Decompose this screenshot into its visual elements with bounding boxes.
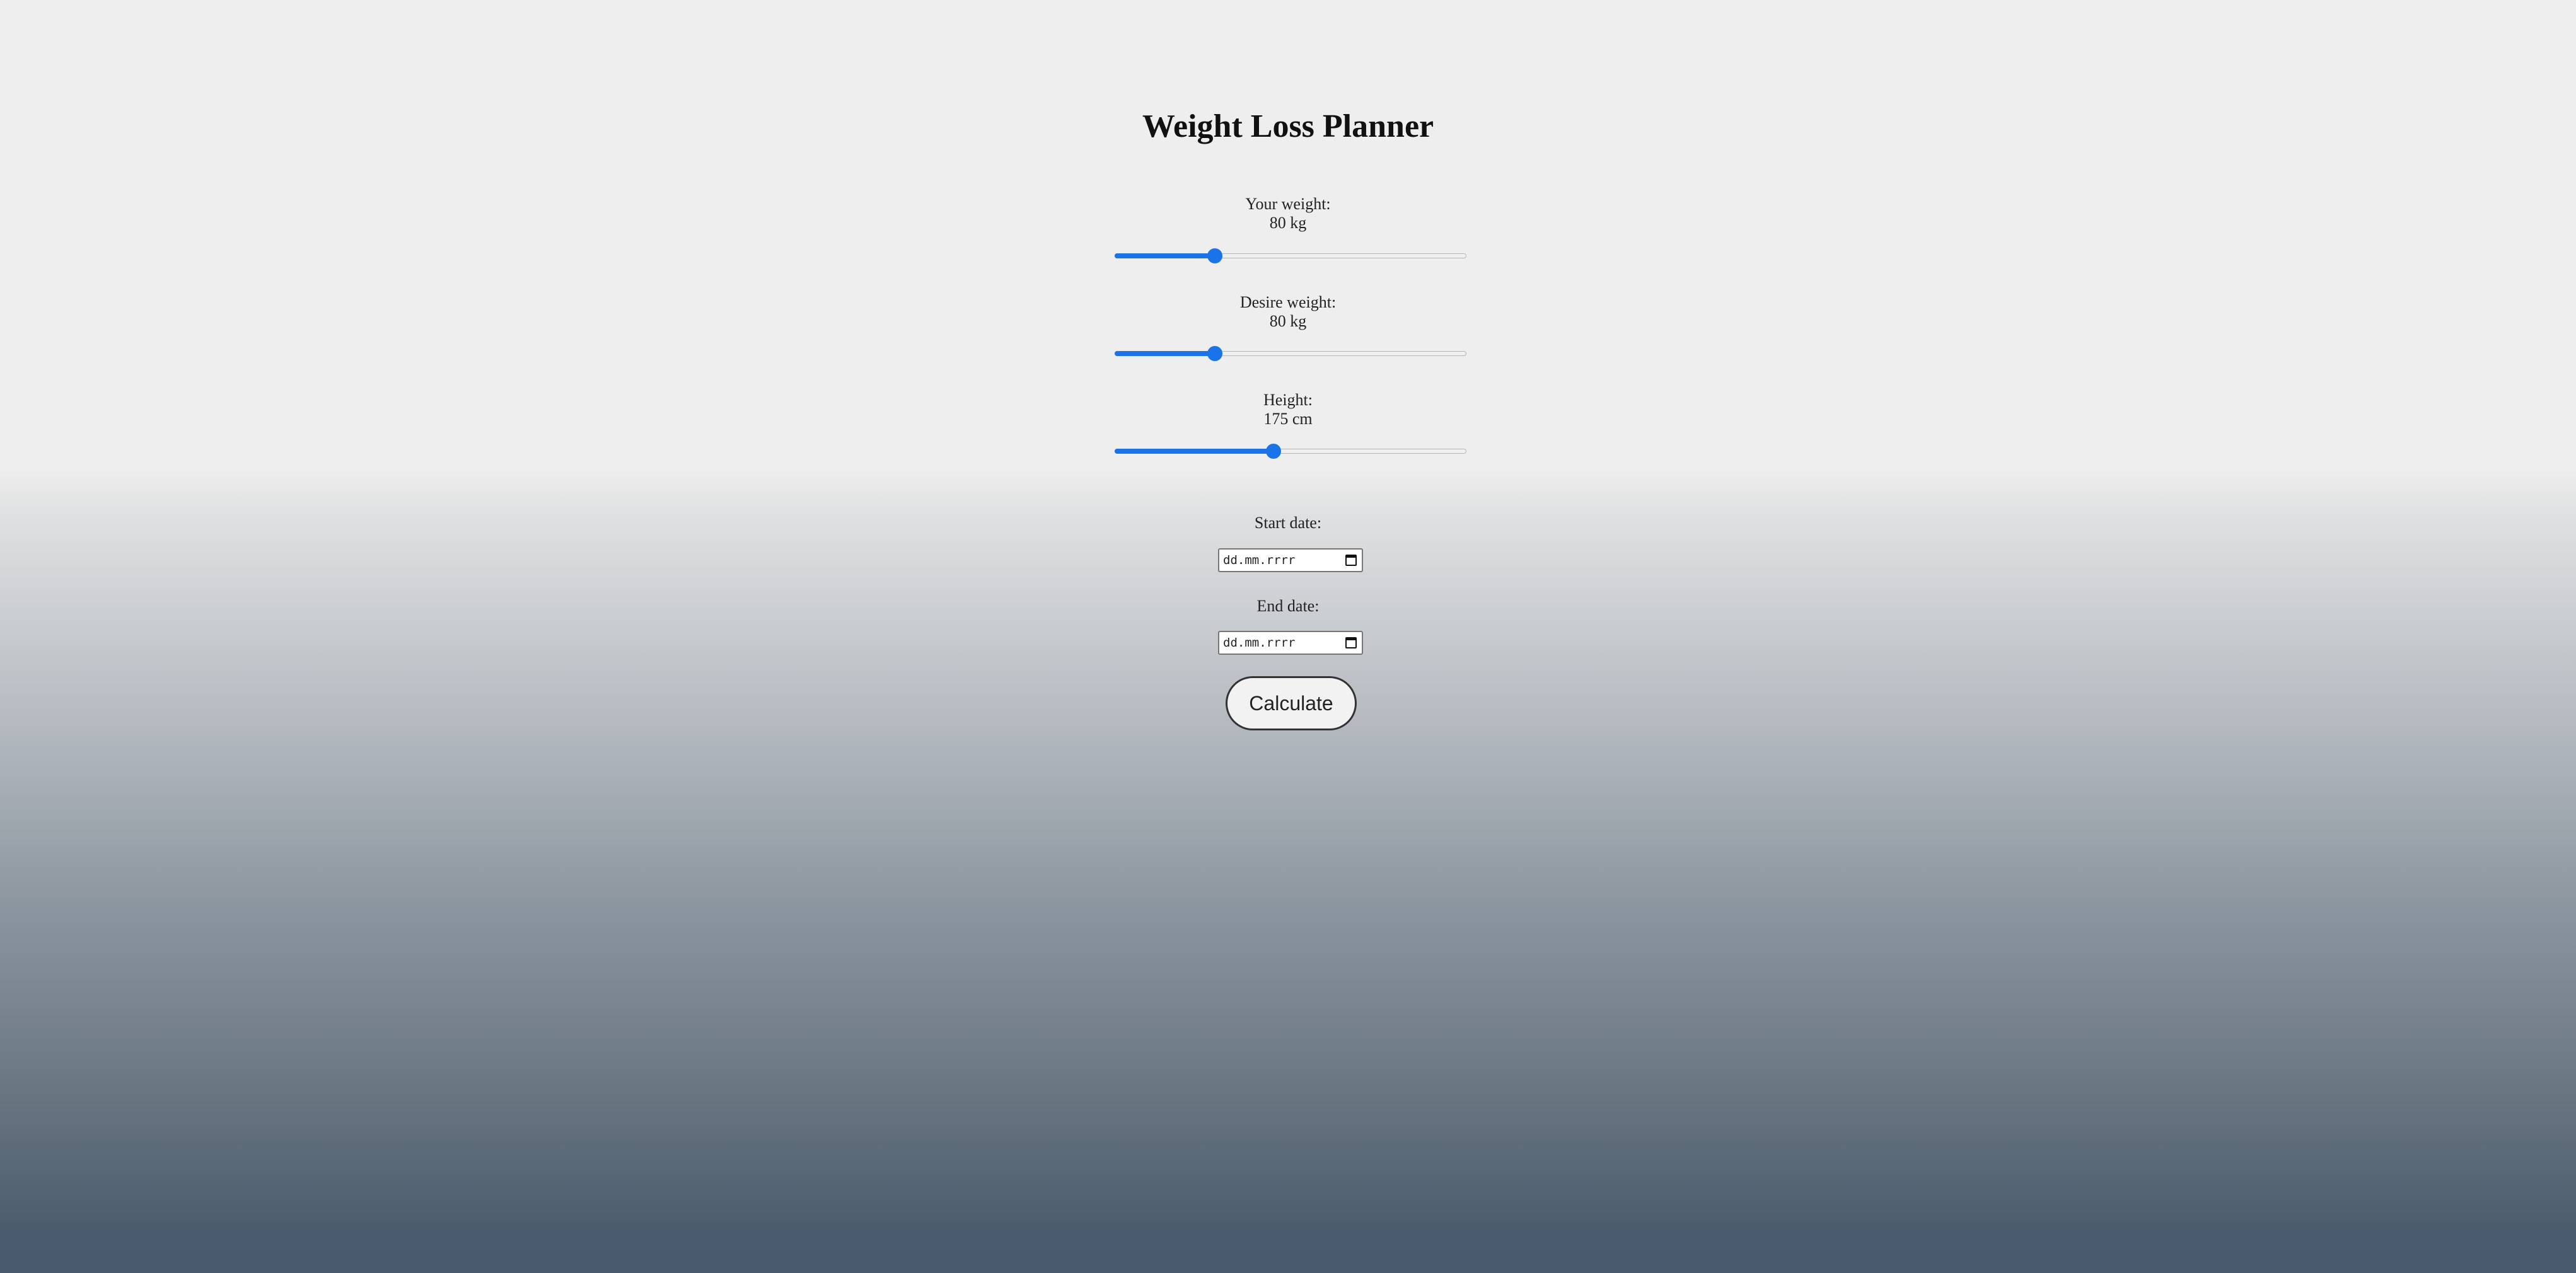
your-weight-value: 80 kg (1269, 214, 1307, 232)
desire-weight-value: 80 kg (1269, 312, 1307, 330)
end-date-placeholder: dd.mm.rrrr (1223, 636, 1296, 650)
your-weight-slider[interactable] (1115, 246, 1466, 265)
calendar-icon[interactable] (1345, 637, 1357, 648)
slider-fill (1115, 449, 1273, 454)
calculate-button[interactable]: Calculate (1226, 676, 1357, 730)
start-date-input[interactable]: dd.mm.rrrr (1218, 548, 1363, 572)
height-value: 175 cm (1263, 410, 1313, 428)
page-title: Weight Loss Planner (1142, 108, 1434, 144)
desire-weight-label: Desire weight: (1239, 293, 1337, 311)
slider-thumb[interactable] (1207, 346, 1222, 361)
desire-weight-slider[interactable] (1115, 344, 1466, 363)
end-date-input[interactable]: dd.mm.rrrr (1218, 631, 1363, 655)
weight-loss-planner-page: Weight Loss Planner Your weight: 80 kg D… (0, 0, 2576, 1273)
height-slider[interactable] (1115, 442, 1466, 461)
start-date-label: Start date: (1254, 514, 1322, 532)
start-date-placeholder: dd.mm.rrrr (1223, 553, 1296, 567)
calendar-icon[interactable] (1345, 555, 1357, 566)
slider-thumb[interactable] (1207, 248, 1222, 263)
slider-thumb[interactable] (1266, 444, 1281, 459)
slider-fill (1115, 253, 1215, 258)
end-date-label: End date: (1256, 597, 1320, 615)
height-label: Height: (1263, 391, 1313, 409)
your-weight-label: Your weight: (1245, 195, 1331, 213)
slider-fill (1115, 351, 1215, 356)
